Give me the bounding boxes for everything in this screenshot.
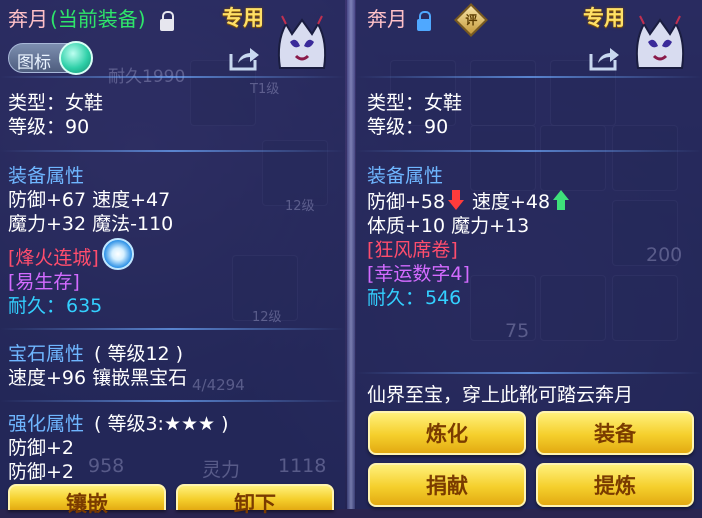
type-line: 类型：女鞋: [8, 92, 104, 114]
share-icon[interactable]: [588, 46, 620, 72]
bg-stat: 958: [88, 455, 125, 477]
extract-button[interactable]: 提炼: [536, 463, 694, 507]
mask-avatar-icon: [277, 15, 327, 69]
attr-line: 防御+67 速度+47: [8, 189, 171, 211]
equipped-tag: (当前装备): [50, 7, 146, 31]
arrow-down-icon: [448, 190, 464, 210]
divider-line: [356, 372, 702, 374]
bg-level-tag: T1级: [250, 82, 280, 97]
divider-line: [0, 150, 345, 152]
exclusive-badge: 专用: [583, 6, 625, 30]
item-name: 奔月: [367, 7, 407, 31]
durability-value: 546: [425, 287, 462, 309]
attr-line: 魔力+32 魔法-110: [8, 213, 174, 235]
bg-count: 200: [646, 244, 683, 266]
arrow-up-icon: [553, 190, 569, 210]
enhance-attr-title: 强化属性: [8, 413, 85, 435]
equip-attr-title: 装备属性: [8, 165, 85, 187]
divider-line: [0, 400, 345, 402]
panel-divider: [347, 0, 355, 509]
bg-durability-hint: 耐久1990: [108, 67, 186, 87]
icon-toggle-label: 图标: [17, 53, 51, 73]
level-line: 等级：90: [8, 116, 90, 138]
bg-count: 75: [505, 320, 530, 342]
divider-line: [356, 150, 702, 152]
bg-level-tag: 12级: [252, 310, 282, 325]
special-effect: [幸运数字4]: [367, 263, 470, 285]
swirl-icon: [102, 238, 134, 270]
special-skill: [狂风席卷]: [367, 239, 458, 261]
attr-line: 体质+10 魔力+13: [367, 215, 530, 237]
durability-label: 耐久：: [8, 295, 66, 317]
exclusive-badge: 专用: [222, 6, 264, 30]
mask-avatar-icon: [635, 15, 685, 69]
attr-speed: 速度+48: [472, 191, 551, 213]
item-name: 奔月: [8, 7, 48, 31]
special-skill: [烽火连城]: [8, 247, 99, 269]
unequip-button[interactable]: 卸下: [176, 484, 334, 516]
divider-line: [356, 76, 702, 78]
refine-button[interactable]: 炼化: [368, 411, 526, 455]
gem-attr-title: 宝石属性: [8, 343, 85, 365]
durability-label: 耐久：: [367, 287, 425, 309]
gem-level: ( 等级12 ): [94, 343, 184, 365]
icon-toggle[interactable]: 图标: [8, 41, 93, 75]
lock-icon[interactable]: [417, 11, 431, 31]
level-line: 等级：90: [367, 116, 449, 138]
bg-stat-value: 1118: [278, 455, 327, 477]
gem-line: 速度+96 镶嵌黑宝石: [8, 367, 188, 389]
divider-line: [0, 328, 345, 330]
item-description: 仙界至宝，穿上此靴可踏云奔月: [367, 384, 634, 406]
attr-defense: 防御+58: [367, 191, 446, 213]
unlock-icon[interactable]: [160, 11, 174, 31]
toggle-knob: [59, 41, 93, 75]
bg-level-tag: 12级: [285, 199, 315, 214]
rate-label: 评: [465, 13, 478, 28]
bg-hp-fraction: 4/4294: [192, 376, 245, 394]
durability-value: 635: [66, 295, 103, 317]
enhance-line: 防御+2: [8, 461, 75, 483]
inlay-button[interactable]: 镶嵌: [8, 484, 166, 516]
share-icon[interactable]: [228, 46, 260, 72]
equip-button[interactable]: 装备: [536, 411, 694, 455]
divider-line: [0, 76, 345, 78]
bg-stat-label: 灵力: [202, 459, 241, 481]
enhance-line: 防御+2: [8, 437, 75, 459]
enhance-level: ( 等级3:★★★ ): [94, 413, 229, 435]
type-line: 类型：女鞋: [367, 92, 463, 114]
equip-attr-title: 装备属性: [367, 165, 444, 187]
donate-button[interactable]: 捐献: [368, 463, 526, 507]
special-effect: [易生存]: [8, 271, 80, 293]
